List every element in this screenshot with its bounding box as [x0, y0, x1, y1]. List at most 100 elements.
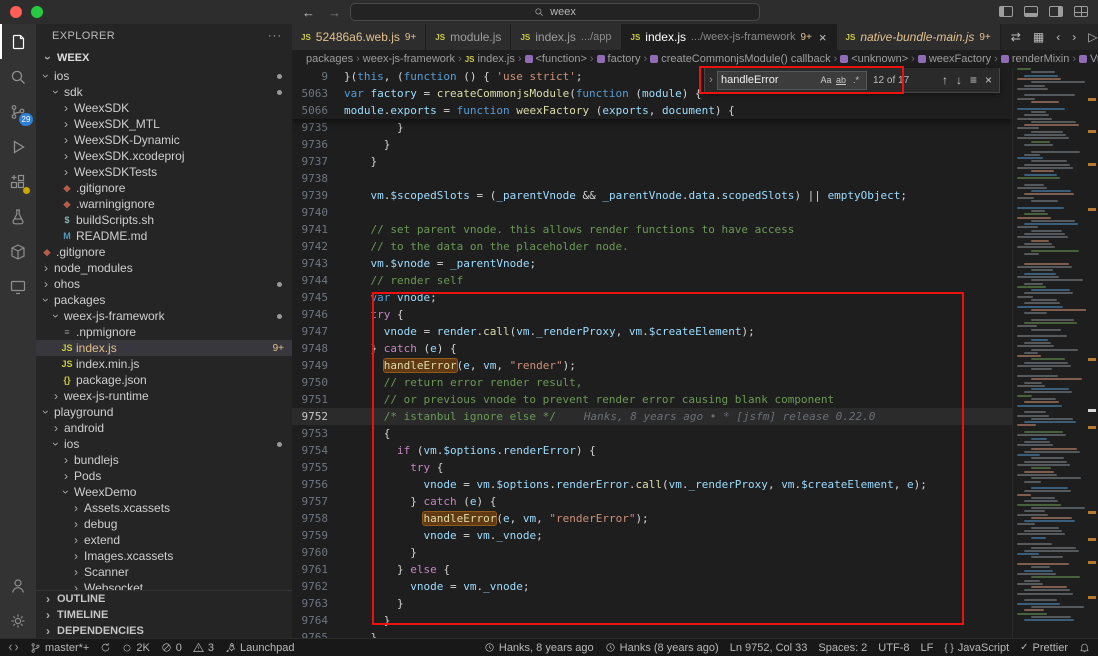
toggle-sidebar-icon[interactable] — [999, 6, 1013, 17]
status-notifications[interactable] — [1079, 642, 1090, 653]
workspace-section-header[interactable]: › WEEX — [36, 48, 292, 68]
find-in-selection-icon[interactable]: ≡ — [970, 73, 977, 87]
status-blame-commit[interactable]: Hanks, 8 years ago — [484, 642, 594, 654]
tree-folder[interactable]: ›Pods — [36, 468, 292, 484]
tree-folder[interactable]: ›sdk — [36, 84, 292, 100]
close-window-button[interactable] — [10, 6, 22, 18]
regex-toggle[interactable]: .* — [849, 75, 863, 85]
code-line[interactable]: 9740 — [292, 204, 1012, 221]
breadcrumb-item[interactable]: packages — [306, 53, 353, 65]
breadcrumb-item[interactable]: factory — [597, 53, 641, 65]
tree-folder[interactable]: ›WeexSDK-Dynamic — [36, 132, 292, 148]
status-blame-line[interactable]: Hanks (8 years ago) — [605, 642, 719, 654]
code-line[interactable]: 9745 var vnode; — [292, 289, 1012, 306]
nav-back-icon[interactable]: ‹ — [1056, 30, 1060, 44]
code-line[interactable]: 9746 try { — [292, 306, 1012, 323]
tree-folder[interactable]: ›WeexSDK.xcodeproj — [36, 148, 292, 164]
breadcrumb-item[interactable]: <function> — [525, 53, 587, 65]
tree-folder[interactable]: ›android — [36, 420, 292, 436]
code-line[interactable]: 9752 /* istanbul ignore else */Hanks, 8 … — [292, 408, 1012, 425]
next-match-icon[interactable]: ↓ — [956, 73, 962, 87]
code-line[interactable]: 9754 if (vm.$options.renderError) { — [292, 442, 1012, 459]
tree-folder[interactable]: ›ios — [36, 436, 292, 452]
previous-match-icon[interactable]: ↑ — [942, 73, 948, 87]
tree-file[interactable]: ≡.npmignore — [36, 324, 292, 340]
sidebar-section-dependencies[interactable]: ›DEPENDENCIES — [36, 623, 292, 638]
tree-file[interactable]: ◆.gitignore — [36, 244, 292, 260]
tree-folder[interactable]: ›ios — [36, 68, 292, 84]
code-line[interactable]: 9763 } — [292, 595, 1012, 612]
close-find-icon[interactable]: × — [985, 73, 992, 87]
extensions-icon[interactable] — [0, 164, 36, 199]
layout-icon[interactable]: ▦ — [1033, 30, 1044, 44]
close-icon[interactable]: × — [819, 30, 827, 45]
toggle-replace-icon[interactable]: › — [705, 74, 717, 86]
tree-file[interactable]: {}package.json — [36, 372, 292, 388]
tree-file[interactable]: ◆.warningignore — [36, 196, 292, 212]
status-indentation[interactable]: Spaces: 2 — [818, 642, 867, 654]
navigate-back-button[interactable]: ← — [302, 5, 315, 20]
tree-folder[interactable]: ›Assets.xcassets — [36, 500, 292, 516]
explorer-icon[interactable] — [0, 24, 36, 59]
code-line[interactable]: 9759 vnode = vm._vnode; — [292, 527, 1012, 544]
breadcrumb-item[interactable]: createCommonjsModule() callback — [650, 53, 830, 65]
tree-folder[interactable]: ›weex-js-runtime — [36, 388, 292, 404]
breadcrumb-item[interactable]: renderMixin — [1001, 53, 1069, 65]
breadcrumb-item[interactable]: <unknown> — [840, 53, 908, 65]
code-line[interactable]: 9743 vm.$vnode = _parentVnode; — [292, 255, 1012, 272]
search-icon[interactable] — [0, 59, 36, 94]
breadcrumb-item[interactable]: Vue — [1079, 53, 1098, 65]
tree-folder[interactable]: ›WeexSDK_MTL — [36, 116, 292, 132]
code-line[interactable]: 9735 } — [292, 119, 1012, 136]
breadcrumb-item[interactable]: weexFactory — [918, 53, 991, 65]
code-line[interactable]: 9736 } — [292, 136, 1012, 153]
tree-folder[interactable]: ›weex-js-framework — [36, 308, 292, 324]
code-line[interactable]: 9764 } — [292, 612, 1012, 629]
status-commit-count[interactable]: 2K — [122, 642, 149, 654]
code-line[interactable]: 9765 } — [292, 629, 1012, 638]
customize-layout-icon[interactable] — [1074, 6, 1088, 17]
tree-file[interactable]: $buildScripts.sh — [36, 212, 292, 228]
navigate-forward-button[interactable]: → — [328, 5, 341, 20]
code-line[interactable]: 9748 } catch (e) { — [292, 340, 1012, 357]
status-warnings[interactable]: 3 — [193, 642, 214, 654]
tree-file[interactable]: JSindex.min.js — [36, 356, 292, 372]
tree-file[interactable]: MREADME.md — [36, 228, 292, 244]
status-launchpad[interactable]: Launchpad — [225, 642, 294, 654]
tree-file[interactable]: JSindex.js9+ — [36, 340, 292, 356]
run-debug-icon[interactable] — [0, 129, 36, 164]
code-line[interactable]: 9751 // or previous vnode to prevent ren… — [292, 391, 1012, 408]
sidebar-section-outline[interactable]: ›OUTLINE — [36, 591, 292, 607]
command-center[interactable]: weex — [350, 3, 760, 21]
tab[interactable]: JSmodule.js — [426, 24, 511, 50]
run-icon[interactable]: ▷ — [1088, 30, 1097, 44]
code-line[interactable]: 9756 vnode = vm.$options.renderError.cal… — [292, 476, 1012, 493]
code-line[interactable]: 9747 vnode = render.call(vm._renderProxy… — [292, 323, 1012, 340]
code-line[interactable]: 9761 } else { — [292, 561, 1012, 578]
remote-explorer-icon[interactable] — [0, 269, 36, 304]
status-remote[interactable] — [8, 642, 19, 653]
tab[interactable]: JSindex.js.../app — [511, 24, 621, 50]
testing-icon[interactable] — [0, 199, 36, 234]
tab[interactable]: JSindex.js.../weex-js-framework9+× — [622, 24, 837, 50]
code-line[interactable]: 9760 } — [292, 544, 1012, 561]
explorer-more-actions-icon[interactable]: ··· — [268, 30, 282, 42]
tree-folder[interactable]: ›Images.xcassets — [36, 548, 292, 564]
tab[interactable]: JS52486a6.web.js9+ — [292, 24, 426, 50]
status-sync[interactable] — [100, 642, 111, 653]
status-language[interactable]: { }JavaScript — [944, 642, 1009, 654]
status-eol[interactable]: LF — [920, 642, 933, 654]
code-line[interactable]: 9753 { — [292, 425, 1012, 442]
find-input[interactable]: handleError Aa ab .* — [717, 71, 867, 90]
match-case-toggle[interactable]: Aa — [819, 75, 833, 85]
tree-folder[interactable]: ›packages — [36, 292, 292, 308]
toggle-panel-icon[interactable] — [1024, 6, 1038, 17]
code-line[interactable]: 9757 } catch (e) { — [292, 493, 1012, 510]
breadcrumb-item[interactable]: weex-js-framework — [363, 53, 455, 65]
tree-folder[interactable]: ›debug — [36, 516, 292, 532]
whole-word-toggle[interactable]: ab — [834, 75, 848, 85]
status-encoding[interactable]: UTF-8 — [878, 642, 909, 654]
docker-icon[interactable] — [0, 234, 36, 269]
tree-file[interactable]: ◆.gitignore — [36, 180, 292, 196]
toggle-secondary-sidebar-icon[interactable] — [1049, 6, 1063, 17]
